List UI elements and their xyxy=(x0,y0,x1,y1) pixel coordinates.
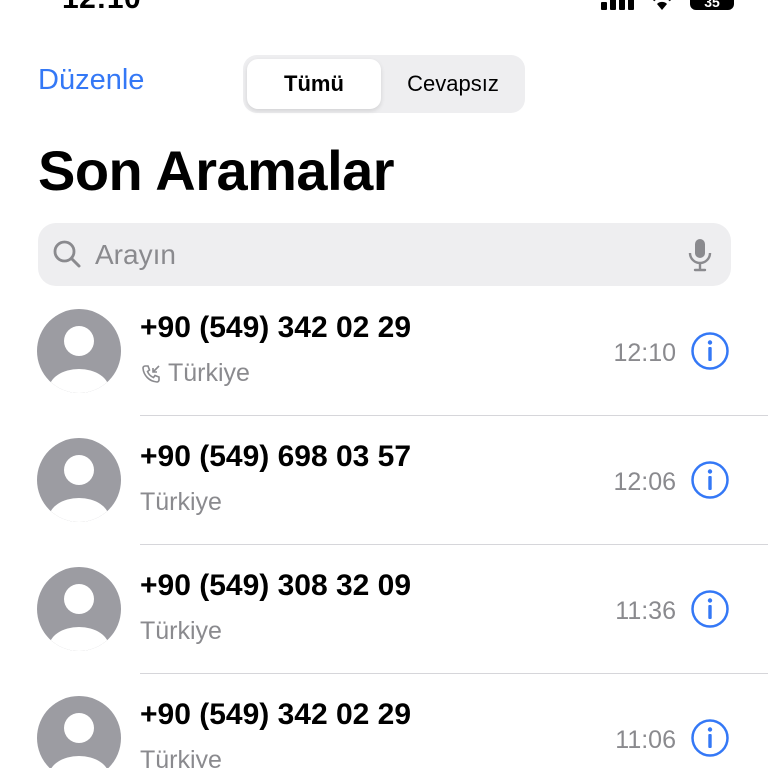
location-label: Türkiye xyxy=(140,617,222,645)
location-label: Türkiye xyxy=(168,359,250,387)
search-input[interactable]: Arayın xyxy=(38,223,731,286)
segment-all[interactable]: Tümü xyxy=(247,59,381,109)
caller-location: Türkiye xyxy=(140,359,250,388)
caller-number: +90 (549) 698 03 57 xyxy=(140,440,412,473)
phone-incoming-icon xyxy=(142,364,160,383)
page-title: Son Aramalar xyxy=(38,139,395,202)
call-row[interactable]: +90 (549) 342 02 29 Türkiye 11:06 xyxy=(0,674,768,768)
call-row[interactable]: +90 (549) 308 32 09 Türkiye 11:36 xyxy=(0,545,768,674)
caller-location: Türkiye xyxy=(140,617,222,646)
caller-location: Türkiye xyxy=(140,746,222,768)
call-time: 12:10 xyxy=(613,339,676,367)
info-icon[interactable] xyxy=(690,589,730,629)
wifi-icon xyxy=(653,0,671,10)
location-label: Türkiye xyxy=(140,746,222,768)
avatar-icon xyxy=(37,309,121,393)
call-time: 12:06 xyxy=(613,468,676,496)
avatar-icon xyxy=(37,438,121,522)
call-time: 11:36 xyxy=(615,597,676,625)
caller-location: Türkiye xyxy=(140,488,222,517)
segment-missed[interactable]: Cevapsız xyxy=(385,59,521,109)
avatar-icon xyxy=(37,696,121,768)
recents-screen: 12:10 35 Düzenle Tümü Cevapsız Son Arama… xyxy=(0,0,768,768)
call-row[interactable]: +90 (549) 342 02 29 Türkiye 12:10 xyxy=(0,287,768,416)
info-icon[interactable] xyxy=(690,331,730,371)
signal-icon xyxy=(601,0,634,10)
battery-icon: 35 xyxy=(690,0,734,10)
info-icon[interactable] xyxy=(690,718,730,758)
avatar-icon xyxy=(37,567,121,651)
location-label: Türkiye xyxy=(140,488,222,516)
caller-number: +90 (549) 342 02 29 xyxy=(140,311,412,344)
search-icon xyxy=(53,240,81,268)
filter-segmented-control: Tümü Cevapsız xyxy=(243,55,525,113)
status-icons: 35 xyxy=(601,0,734,10)
call-row[interactable]: +90 (549) 698 03 57 Türkiye 12:06 xyxy=(0,416,768,545)
microphone-icon[interactable] xyxy=(687,238,713,272)
search-placeholder: Arayın xyxy=(95,239,176,270)
call-time: 11:06 xyxy=(615,726,676,754)
edit-button[interactable]: Düzenle xyxy=(38,64,144,97)
caller-number: +90 (549) 308 32 09 xyxy=(140,569,412,602)
info-icon[interactable] xyxy=(690,460,730,500)
status-time: 12:10 xyxy=(62,0,141,16)
caller-number: +90 (549) 342 02 29 xyxy=(140,698,412,731)
